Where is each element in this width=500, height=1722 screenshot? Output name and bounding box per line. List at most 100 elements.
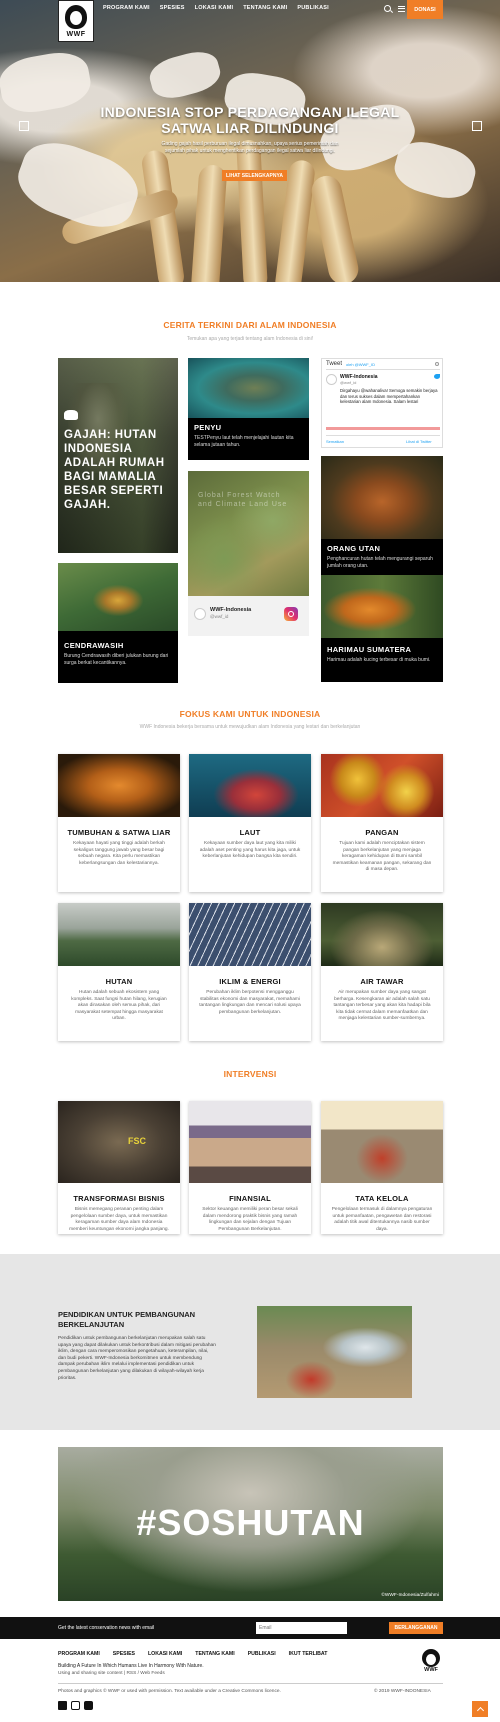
aerial-forest-image [188, 471, 309, 596]
footer-logo-text: WWF [424, 1667, 438, 1673]
hero-banner: INDONESIA STOP PERDAGANGAN ILEGAL SATWA … [0, 0, 500, 282]
footer-link-about[interactable]: TENTANG KAMI [195, 1651, 234, 1657]
nav-link-program[interactable]: PROGRAM KAMI [103, 5, 150, 11]
focus-title: TUMBUHAN & SATWA LIAR [67, 828, 171, 837]
footer-link-program[interactable]: PROGRAM KAMI [58, 1651, 100, 1657]
hero-prev-arrow-icon[interactable] [19, 121, 29, 131]
fsc-logo: FSC [128, 1136, 146, 1146]
instagram-overlay-text: Global Forest Watch and Climate Land Use [198, 492, 288, 508]
photo-credit: ©WWF-Indonesia/Zulfahmi [381, 1593, 439, 1598]
orangutan-image [321, 456, 443, 539]
finance-event-image [189, 1101, 311, 1183]
subscribe-button[interactable]: BERLANGGANAN [389, 1622, 443, 1634]
story-card-orangutan[interactable]: ORANG UTAN Penghancuran hutan telah meng… [321, 456, 443, 580]
hero-read-more-button[interactable]: LIHAT SELENGKAPNYA [222, 170, 287, 181]
soshutan-hashtag: #SOSHUTAN [136, 1502, 365, 1543]
footer-sub-links[interactable]: Using and sharing site content | RSS / W… [58, 1671, 165, 1676]
nav-links: PROGRAM KAMI SPESIES LOKASI KAMI TENTANG… [103, 5, 329, 11]
search-icon[interactable] [384, 5, 391, 12]
focus-card-food[interactable]: PANGAN Tujuan kami adalah menciptakan si… [321, 754, 443, 892]
focus-card-freshwater[interactable]: AIR TAWAR Air merupakan sumber daya yang… [321, 903, 443, 1041]
solar-panel-image [189, 903, 311, 966]
account-avatar [194, 608, 206, 620]
food-image [321, 754, 443, 817]
instagram-handle: @wwf_id [210, 614, 229, 619]
focus-card-wildlife[interactable]: TUMBUHAN & SATWA LIAR Kekayaan hayati ya… [58, 754, 180, 892]
intervensi-card-finance[interactable]: FINANSIAL Sektor keuangan memiliki peran… [189, 1101, 311, 1234]
harimau-desc: Harimau adalah kucing terbesar di muka b… [327, 657, 431, 663]
menu-icon[interactable] [398, 6, 405, 12]
panda-logo-icon [65, 5, 87, 29]
hero-next-arrow-icon[interactable] [472, 121, 482, 131]
nav-link-location[interactable]: LOKASI KAMI [195, 5, 234, 11]
education-image [257, 1306, 412, 1398]
footer-links: PROGRAM KAMI SPESIES LOKASI KAMI TENTANG… [58, 1651, 327, 1657]
focus-title: IKLIM & ENERGI [219, 977, 281, 986]
nav-link-publications[interactable]: PUBLIKASI [297, 5, 328, 11]
focus-desc: Tujuan kami adalah menciptakan sistem pa… [332, 841, 432, 873]
wwf-logo[interactable]: WWF [58, 0, 94, 42]
meeting-image [321, 1101, 443, 1183]
donate-button[interactable]: DONASI [407, 0, 443, 19]
education-title-line1: PENDIDIKAN UNTUK PEMBANGUNAN [58, 1310, 196, 1319]
footer-link-species[interactable]: SPESIES [113, 1651, 135, 1657]
footer-link-involved[interactable]: IKUT TERLIBAT [289, 1651, 328, 1657]
email-input[interactable] [256, 1622, 347, 1634]
instagram-card[interactable]: Global Forest Watch and Climate Land Use… [188, 471, 309, 636]
facebook-icon[interactable] [84, 1701, 93, 1710]
focus-card-energy[interactable]: IKLIM & ENERGI Perubahan iklim berpotens… [189, 903, 311, 1041]
focus-title: PANGAN [365, 828, 399, 837]
twitter-embed[interactable]: Tweet oleh @WWF_ID WWF-Indonesia @wwf_id… [321, 358, 443, 448]
hero-title-line2: SATWA LIAR DILINDUNGI [161, 120, 339, 136]
tweet-media [326, 427, 440, 430]
intervensi-card-business[interactable]: FSC TRANSFORMASI BISNIS Bisnis memegang … [58, 1101, 180, 1234]
twitter-icon[interactable] [58, 1701, 67, 1710]
footer-wwf-logo[interactable]: WWF [420, 1649, 442, 1675]
forest-image [58, 903, 180, 966]
intervensi-title: FINANSIAL [229, 1194, 271, 1203]
panda-logo-icon [422, 1649, 440, 1667]
intervensi-title: TRANSFORMASI BISNIS [73, 1194, 165, 1203]
cendrawasih-desc: Burung Cendrawasih diberi julukan burung… [64, 653, 169, 666]
focus-desc: Kekayaan hayati yang tinggi adalah berka… [73, 841, 165, 866]
info-icon[interactable] [435, 362, 439, 366]
subscribe-bar: Get the latest conservation news with em… [0, 1617, 500, 1639]
nav-link-about[interactable]: TENTANG KAMI [243, 5, 287, 11]
footer-tagline: Building A Future In Which Humans Live I… [58, 1663, 204, 1669]
education-desc: Pendidikan untuk pembangunan berkelanjut… [58, 1336, 216, 1381]
story-card-harimau[interactable]: HARIMAU SUMATERA Harimau adalah kucing t… [321, 575, 443, 682]
focus-desc: Air merupakan sumber daya yang sangat be… [333, 990, 431, 1022]
focus-card-ocean[interactable]: LAUT Kekayaan sumber daya laut yang kita… [189, 754, 311, 892]
intervensi-desc: Sektor keuangan memiliki peran besar sek… [202, 1207, 298, 1232]
instagram-account: WWF-Indonesia [210, 607, 252, 613]
coral-image [189, 754, 311, 817]
back-to-top-button[interactable] [472, 1701, 488, 1717]
intervensi-title: TATA KELOLA [355, 1194, 409, 1203]
nav-link-species[interactable]: SPESIES [160, 5, 185, 11]
logo-text: WWF [66, 31, 86, 38]
footer-link-location[interactable]: LOKASI KAMI [148, 1651, 182, 1657]
tweet-text: Dirgahayu @wahanaliva! Semoga semakin be… [340, 388, 438, 405]
education-band: PENDIDIKAN UNTUK PEMBANGUNAN BERKELANJUT… [0, 1254, 500, 1430]
tweet-embed-link[interactable]: Sematkan [326, 439, 344, 444]
instagram-icon[interactable] [284, 607, 298, 621]
focus-card-forest[interactable]: HUTAN Hutan adalah sebuah ekosistem yang… [58, 903, 180, 1041]
intervensi-card-governance[interactable]: TATA KELOLA Pengelolaan termasuk di dala… [321, 1101, 443, 1234]
soshutan-banner[interactable]: #SOSHUTAN ©WWF-Indonesia/Zulfahmi [58, 1447, 443, 1601]
footer-link-publications[interactable]: PUBLIKASI [248, 1651, 276, 1657]
chevron-up-icon [476, 1706, 484, 1715]
focus-desc: Kekayaan sumber daya laut yang kita mili… [199, 841, 301, 860]
intervensi-desc: Pengelolaan termasuk di dalamnya pengatu… [331, 1207, 433, 1232]
focus-title: HUTAN [105, 977, 133, 986]
tweet-view-link[interactable]: Lihat di Twitter [406, 439, 432, 444]
instagram-icon[interactable] [71, 1701, 80, 1710]
social-icons [58, 1701, 93, 1710]
stories-heading: CERITA TERKINI DARI ALAM INDONESIA [163, 320, 337, 330]
orangutan-title: ORANG UTAN [327, 544, 381, 553]
story-card-cendrawasih[interactable]: CENDRAWASIH Burung Cendrawasih diberi ju… [58, 563, 178, 683]
turtle-image [188, 358, 309, 418]
story-card-penyu[interactable]: PENYU TESTPenyu laut telah menjelajahi l… [188, 358, 309, 460]
stories-subheading: Temukan apa yang terjadi tentang alam In… [186, 336, 314, 342]
hero-title-line1: INDONESIA STOP PERDAGANGAN ILEGAL [100, 104, 400, 120]
story-card-gajah[interactable]: GAJAH: HUTAN INDONESIA ADALAH RUMAH BAGI… [58, 358, 178, 553]
